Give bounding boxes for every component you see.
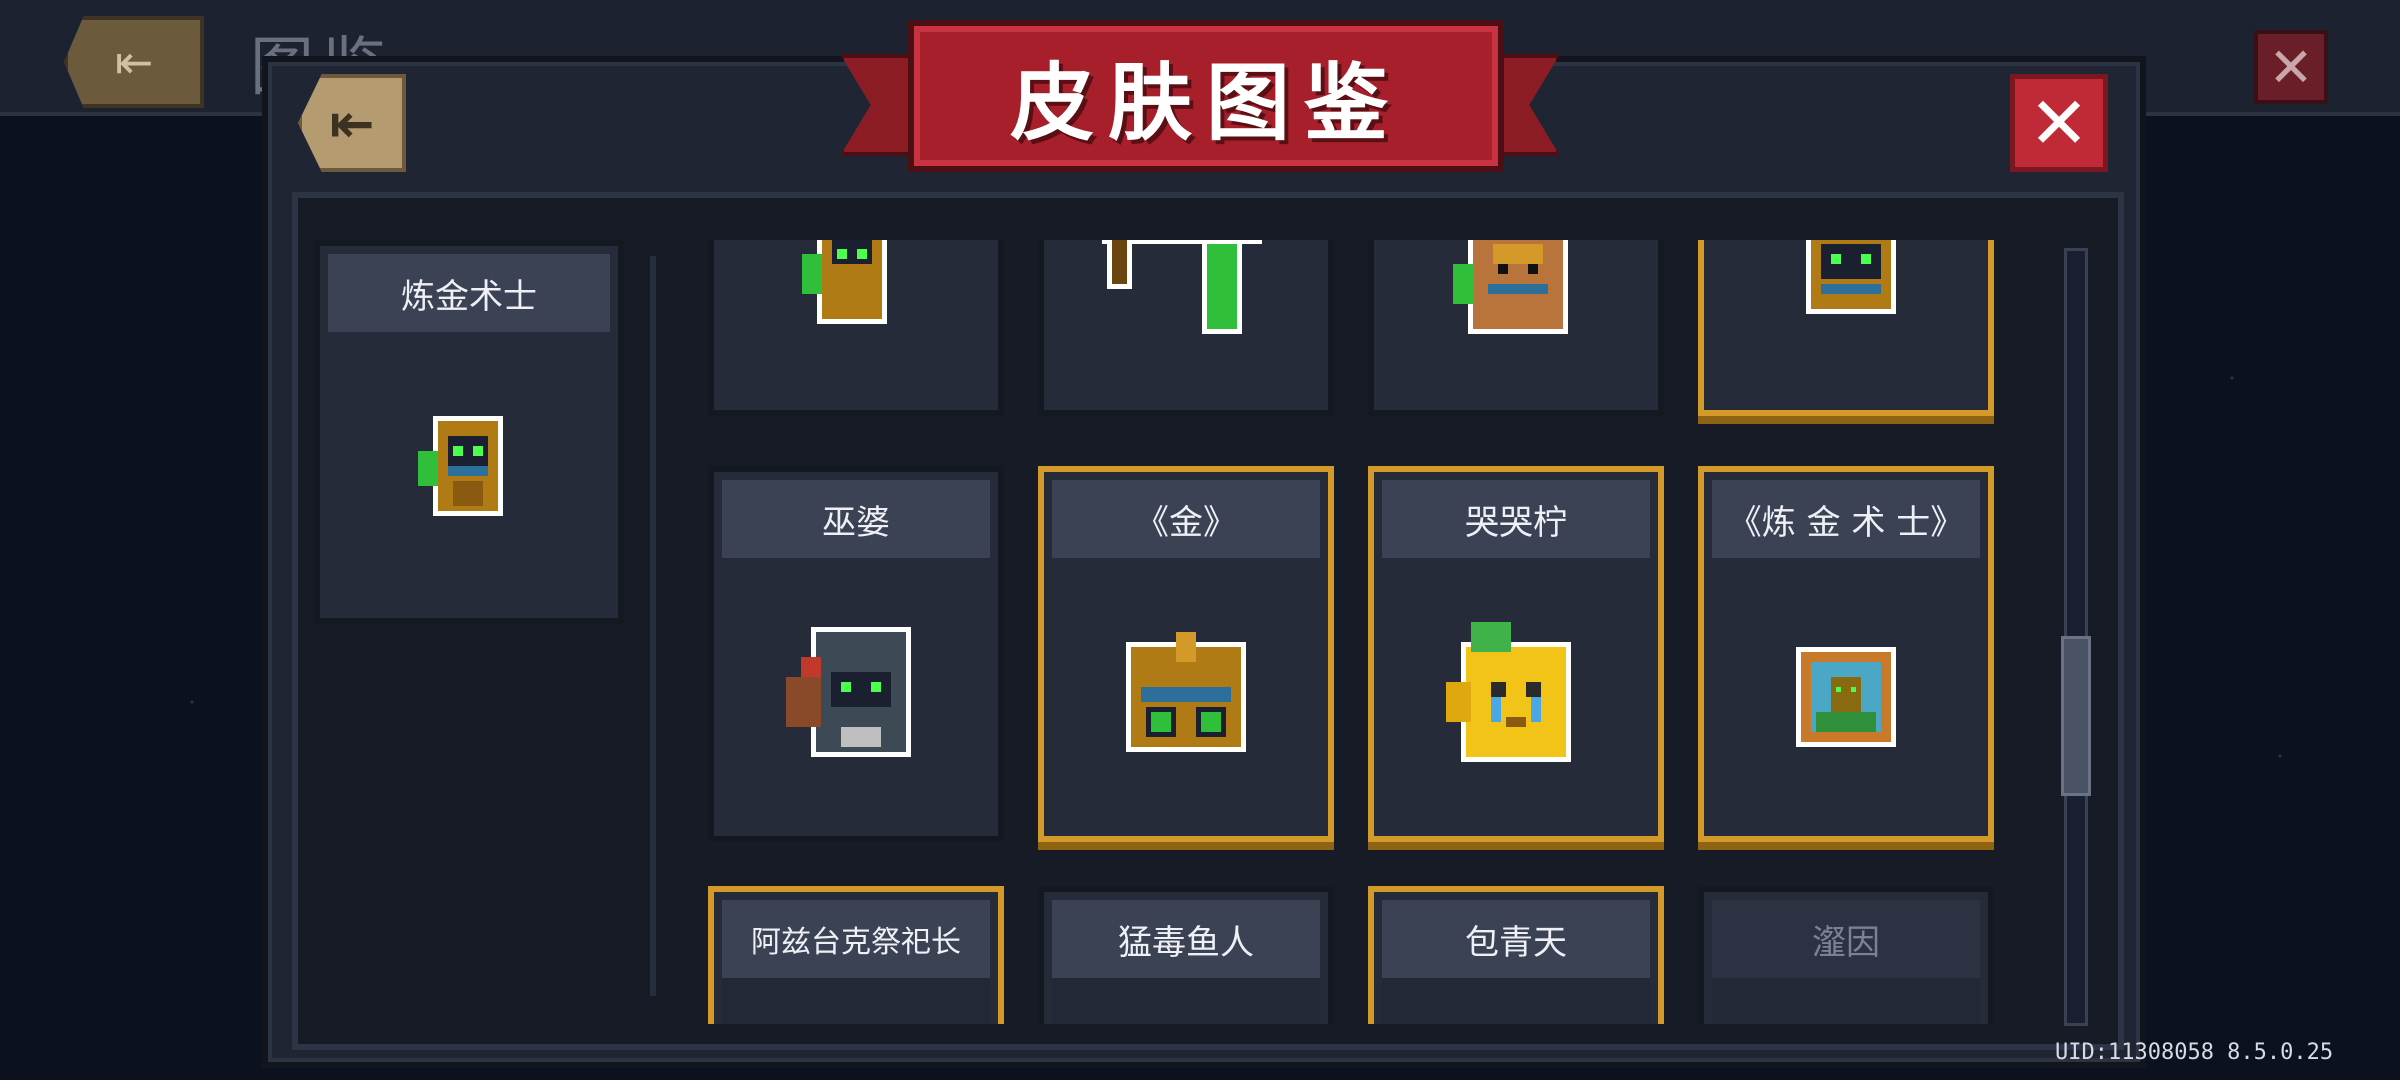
skin-name: 《金》 [1052,480,1320,558]
skin-card-crying-lemon[interactable]: 哭哭柠 [1368,466,1664,842]
skin-card[interactable] [708,240,1004,416]
skin-card-venom-fishman[interactable]: 猛毒鱼人 [1038,886,1334,1024]
gold-book-skin-icon [1116,632,1256,762]
skin-card[interactable] [1698,240,1994,416]
skin-card-witch[interactable]: 巫婆 [708,466,1004,842]
close-button[interactable]: ✕ [2010,74,2108,172]
skin-card-gold[interactable]: 《金》 [1038,466,1334,842]
exit-icon: ⇤ [114,35,154,89]
skin-art [1382,978,1650,1024]
back-button[interactable]: ⇤ [298,74,406,172]
skin-name: 瀣因 [1712,900,1980,978]
skin-alchemist-icon [792,240,912,344]
skin-name: 哭哭柠 [1382,480,1650,558]
skin-card-aztec-priest[interactable]: 阿兹台克祭祀长 [708,886,1004,1024]
selected-character-panel[interactable]: 炼金术士 [314,240,624,624]
modal-title: 皮肤图鉴 [908,20,1504,172]
alchemist-portrait-icon [408,406,528,526]
background-close-button: ✕ [2254,30,2328,104]
skin-card[interactable] [1368,240,1664,416]
exit-icon: ⇤ [329,91,375,155]
skin-card-locked[interactable]: 瀣因 [1698,886,1994,1024]
portrait-frame-skin-icon [1796,647,1896,747]
character-name: 炼金术士 [328,254,610,332]
skin-robot-icon [1796,240,1906,324]
skin-name: 巫婆 [722,480,990,558]
skin-name: 猛毒鱼人 [1052,900,1320,978]
background-back-button: ⇤ [64,16,204,108]
witch-skin-icon [781,627,931,767]
skin-weapon-icon [1102,240,1272,334]
skin-art [1374,558,1658,836]
title-banner: 皮肤图鉴 [840,20,1560,172]
skin-art [714,558,998,836]
skin-art [1712,978,1980,1024]
panel-divider [650,256,656,996]
skin-name: 《炼 金 术 士》 [1712,480,1980,558]
skin-art [1044,558,1328,836]
skin-name: 阿兹台克祭祀长 [722,900,990,978]
close-icon: ✕ [2268,35,2314,99]
skin-card-bao-qingtian[interactable]: 包青天 [1368,886,1664,1024]
lemon-skin-icon [1441,622,1591,772]
skin-name: 包青天 [1382,900,1650,978]
skin-grid: 巫婆 《金》 哭哭柠 《炼 金 术 士》 阿兹台克祭祀长 猛毒鱼人 包青天 瀣因 [700,240,2000,1024]
skin-art [722,978,990,1024]
uid-version-text: UID:11308058 8.5.0.25 [2055,1040,2334,1065]
skin-art [1052,978,1320,1024]
close-icon: ✕ [2028,81,2090,165]
skin-card-alchemist-portrait[interactable]: 《炼 金 术 士》 [1698,466,1994,842]
scrollbar-thumb[interactable] [2061,636,2091,796]
skin-card[interactable] [1038,240,1334,416]
skin-bear-icon [1448,240,1588,344]
skin-art [1704,558,1988,836]
